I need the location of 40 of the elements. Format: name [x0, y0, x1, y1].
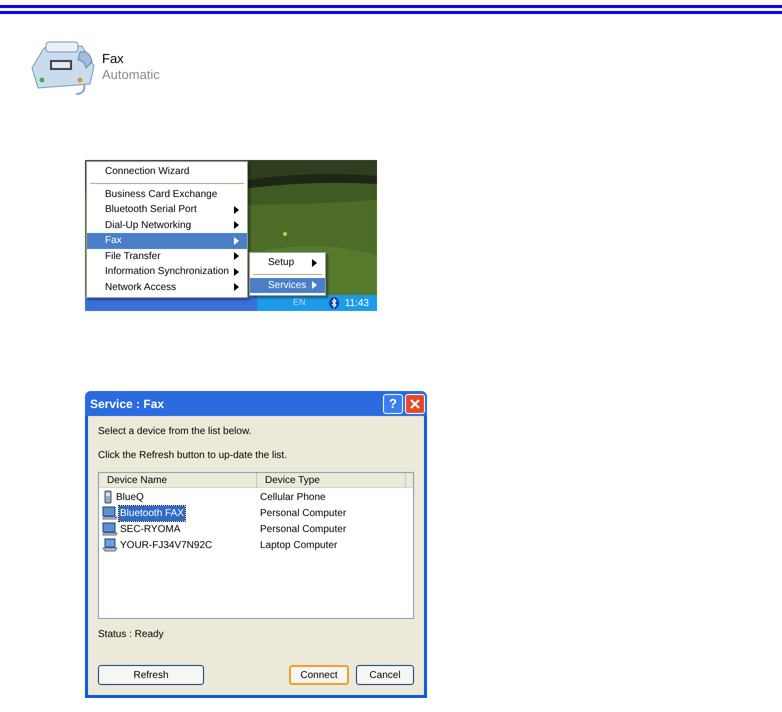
service-status: Automatic: [102, 67, 160, 83]
device-type: Cellular Phone: [259, 490, 326, 504]
menu-item[interactable]: Bluetooth Serial Port: [87, 202, 247, 218]
menu-item[interactable]: Connection Wizard: [87, 164, 247, 180]
submenu-arrow-icon: [312, 281, 317, 290]
device-name[interactable]: Bluetooth FAX: [119, 506, 185, 520]
close-button[interactable]: [405, 394, 425, 414]
menu-item[interactable]: Information Synchronization: [87, 264, 247, 280]
dialog-button[interactable]: Cancel: [356, 665, 414, 685]
menu-item[interactable]: File Transfer: [87, 248, 247, 264]
menu-item[interactable]: Setup: [250, 255, 325, 270]
clock: 11:43: [344, 296, 369, 310]
column-header[interactable]: Device Type: [257, 473, 406, 487]
close-icon: [410, 398, 420, 408]
device-type: Laptop Computer: [259, 538, 338, 552]
device-name[interactable]: SEC-RYOMA: [119, 522, 182, 536]
menu-item[interactable]: Fax: [87, 233, 247, 248]
menu-item[interactable]: Services: [250, 278, 325, 293]
dialog-button[interactable]: Refresh: [98, 665, 204, 685]
phone-icon: [102, 490, 114, 504]
status-text: Status : Ready: [98, 628, 165, 642]
menu-item[interactable]: Network Access: [87, 280, 247, 295]
laptop-icon: [102, 538, 118, 552]
column-header[interactable]: Device Name: [99, 473, 257, 487]
computer-icon: [102, 506, 118, 520]
dialog-button[interactable]: Connect: [289, 665, 349, 685]
device-type: Personal Computer: [259, 506, 346, 520]
submenu-arrow-icon: [312, 258, 317, 267]
window-title: Service : Fax: [90, 396, 164, 412]
bluetooth-icon[interactable]: [328, 297, 339, 309]
instruction-text: Select a device from the list below.: [98, 426, 252, 438]
device-name[interactable]: BlueQ: [115, 490, 145, 504]
instruction-text: Click the Refresh button to up-date the list.: [98, 450, 288, 462]
help-button[interactable]: ?: [383, 394, 403, 414]
computer-icon: [102, 522, 118, 536]
menu-item[interactable]: Dial-Up Networking: [87, 218, 247, 233]
menu-item[interactable]: Business Card Exchange: [87, 186, 247, 202]
device-name[interactable]: YOUR-FJ34V7N92C: [119, 538, 214, 552]
service-title: Fax: [102, 51, 125, 67]
device-type: Personal Computer: [259, 522, 346, 536]
